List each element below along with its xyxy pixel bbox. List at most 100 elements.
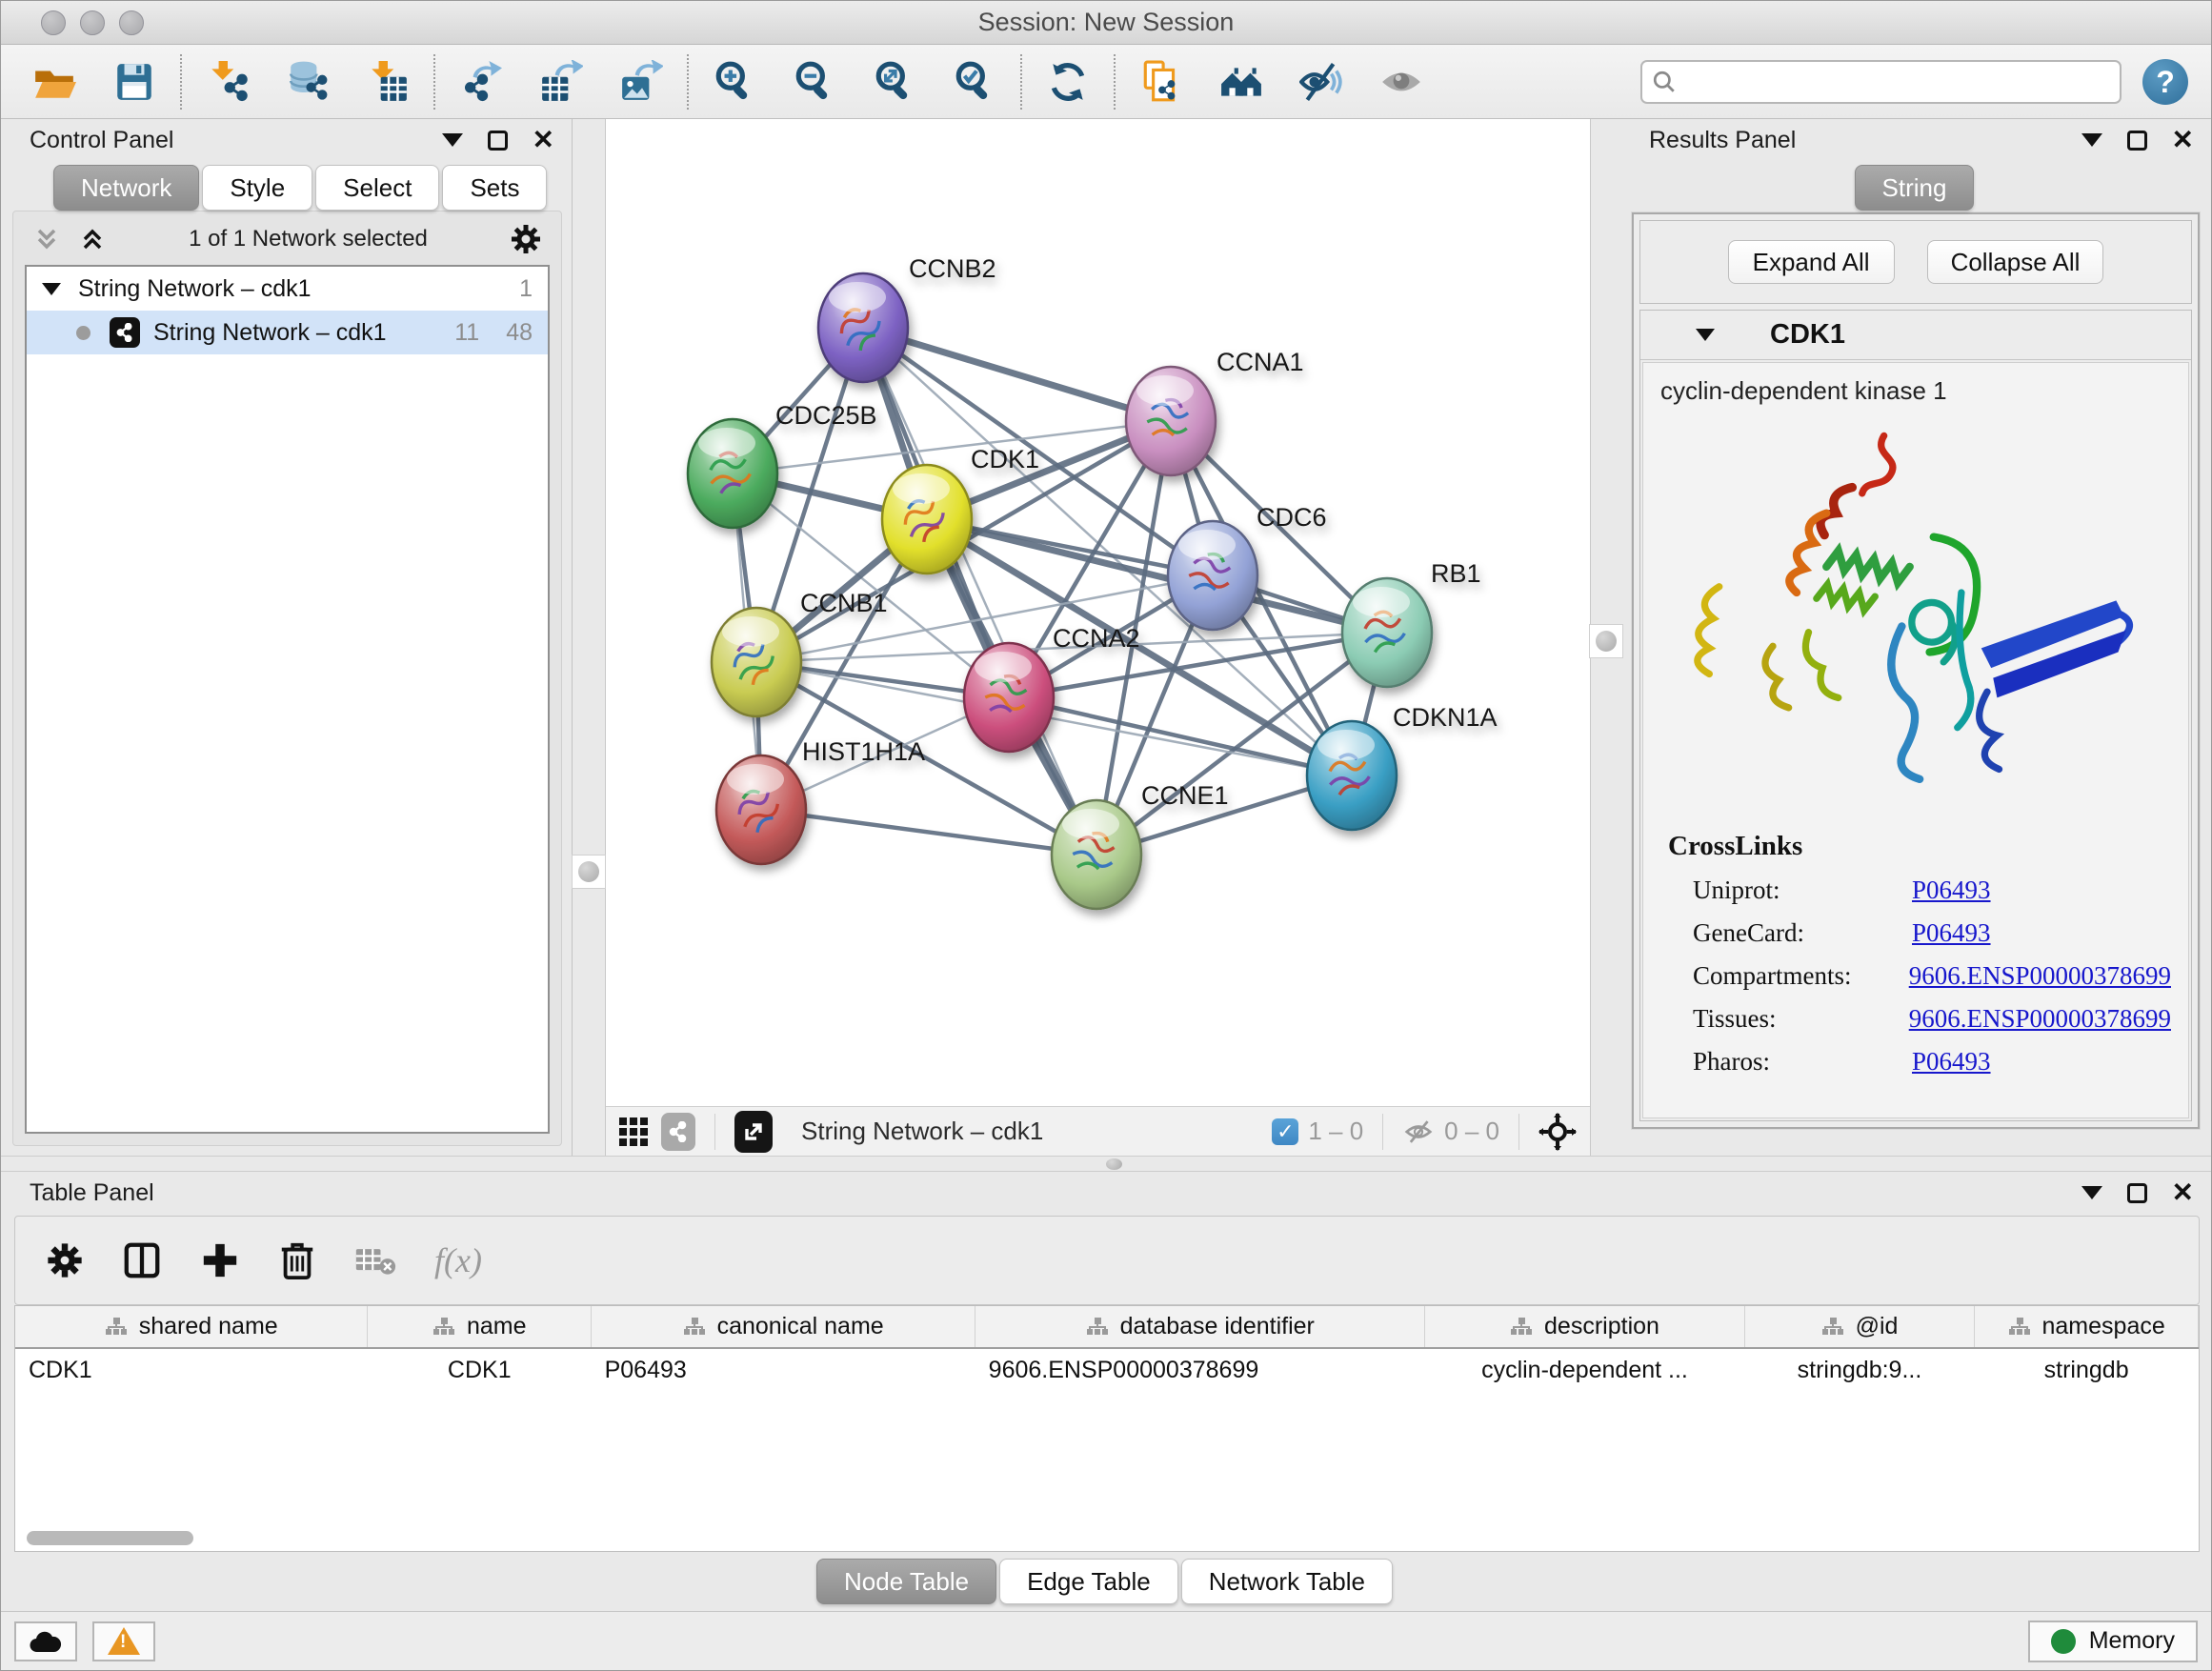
table-gear-button[interactable] bbox=[46, 1241, 84, 1279]
tab-node-table[interactable]: Node Table bbox=[816, 1559, 996, 1604]
network-node-rb1[interactable]: RB1 bbox=[1342, 559, 1481, 687]
gene-section-header[interactable]: CDK1 bbox=[1640, 311, 2191, 360]
table-cell[interactable]: cyclin-dependent ... bbox=[1425, 1348, 1744, 1392]
network-row-selected[interactable]: String Network – cdk1 11 48 bbox=[27, 311, 548, 354]
export-image-button[interactable] bbox=[614, 51, 668, 112]
crosslink-link[interactable]: 9606.ENSP00000378699 bbox=[1909, 1004, 2171, 1034]
zoom-fit-button[interactable] bbox=[868, 51, 921, 112]
right-splitter[interactable] bbox=[1590, 119, 1620, 1156]
birdseye-icon[interactable] bbox=[1538, 1113, 1577, 1151]
panel-float-button[interactable] bbox=[2127, 131, 2147, 151]
panel-float-button[interactable] bbox=[488, 131, 508, 151]
network-node-cdc25b[interactable]: CDC25B bbox=[688, 401, 877, 528]
gene-caret-icon[interactable] bbox=[1696, 329, 1715, 341]
column-header-namespace[interactable]: namespace bbox=[1975, 1306, 2199, 1348]
export-table-button[interactable] bbox=[534, 51, 588, 112]
panel-close-button[interactable]: ✕ bbox=[533, 130, 554, 151]
table-cell[interactable]: 9606.ENSP00000378699 bbox=[975, 1348, 1425, 1392]
network-canvas[interactable]: CCNB2CCNA1CDC25BCDK1CDC6RB1CCNB1CCNA2CDK… bbox=[606, 119, 1590, 1106]
zoom-selected-button[interactable] bbox=[948, 51, 1001, 112]
column-header-database-identifier[interactable]: database identifier bbox=[975, 1306, 1425, 1348]
create-column-button[interactable] bbox=[200, 1240, 240, 1280]
horizontal-splitter[interactable] bbox=[1, 1156, 2211, 1172]
import-network-database-button[interactable] bbox=[281, 51, 334, 112]
tab-edge-table[interactable]: Edge Table bbox=[999, 1559, 1178, 1604]
network-graph[interactable]: CCNB2CCNA1CDC25BCDK1CDC6RB1CCNB1CCNA2CDK… bbox=[606, 119, 1590, 1106]
gear-icon[interactable] bbox=[510, 223, 542, 255]
panel-close-button[interactable]: ✕ bbox=[2172, 1182, 2194, 1203]
network-edge[interactable] bbox=[863, 328, 1096, 855]
delete-table-button[interactable] bbox=[354, 1243, 396, 1278]
tab-network-table[interactable]: Network Table bbox=[1181, 1559, 1393, 1604]
network-edge[interactable] bbox=[761, 810, 1096, 855]
delete-column-button[interactable] bbox=[278, 1240, 316, 1280]
tab-select[interactable]: Select bbox=[315, 165, 439, 211]
collapse-all-icon[interactable] bbox=[32, 225, 61, 253]
import-table-file-button[interactable] bbox=[361, 51, 414, 112]
memory-button[interactable]: Memory bbox=[2028, 1621, 2198, 1662]
collapse-all-button[interactable]: Collapse All bbox=[1927, 240, 2104, 284]
cloud-button[interactable] bbox=[14, 1621, 77, 1661]
show-all-button[interactable] bbox=[1375, 51, 1428, 112]
search-input[interactable] bbox=[1640, 60, 2122, 104]
expand-all-button[interactable]: Expand All bbox=[1728, 240, 1895, 284]
table-cell[interactable]: stringdb bbox=[1975, 1348, 2199, 1392]
splitter-handle[interactable] bbox=[1589, 624, 1623, 658]
export-network-button[interactable] bbox=[454, 51, 508, 112]
table-cell[interactable]: stringdb:9... bbox=[1744, 1348, 1975, 1392]
help-button[interactable]: ? bbox=[2142, 59, 2188, 105]
selected-checkbox-icon[interactable]: ✓ bbox=[1272, 1118, 1298, 1145]
grid-view-icon[interactable] bbox=[619, 1117, 648, 1146]
crosslink-link[interactable]: P06493 bbox=[1912, 1047, 1991, 1077]
table-row[interactable]: CDK1CDK1P064939606.ENSP00000378699cyclin… bbox=[15, 1348, 2199, 1392]
open-session-button[interactable] bbox=[28, 51, 81, 112]
refresh-layout-button[interactable] bbox=[1041, 51, 1095, 112]
table-cell[interactable]: CDK1 bbox=[15, 1348, 368, 1392]
column-header-canonical-name[interactable]: canonical name bbox=[592, 1306, 975, 1348]
table-cell[interactable]: CDK1 bbox=[368, 1348, 592, 1392]
horizontal-scrollbar[interactable] bbox=[27, 1531, 193, 1545]
column-header-@id[interactable]: @id bbox=[1744, 1306, 1975, 1348]
crosslink-link[interactable]: P06493 bbox=[1912, 876, 1991, 905]
detach-view-button[interactable] bbox=[734, 1111, 773, 1153]
collection-caret-icon[interactable] bbox=[42, 283, 61, 295]
hide-selected-button[interactable] bbox=[1295, 51, 1348, 112]
network-view-share-icon[interactable] bbox=[661, 1113, 695, 1151]
splitter-handle[interactable] bbox=[1106, 1158, 1122, 1170]
panel-menu-caret-icon[interactable] bbox=[442, 133, 463, 147]
warnings-button[interactable] bbox=[92, 1621, 155, 1661]
network-edge[interactable] bbox=[863, 328, 1171, 421]
left-splitter[interactable] bbox=[573, 119, 606, 1156]
network-node-ccne1[interactable]: CCNE1 bbox=[1052, 781, 1229, 909]
network-node-cdkn1a[interactable]: CDKN1A bbox=[1307, 703, 1498, 830]
panel-close-button[interactable]: ✕ bbox=[2172, 130, 2194, 151]
function-builder-button[interactable]: f(x) bbox=[434, 1240, 482, 1280]
column-header-shared-name[interactable]: shared name bbox=[15, 1306, 368, 1348]
tab-style[interactable]: Style bbox=[202, 165, 312, 211]
first-neighbors-button[interactable] bbox=[1215, 51, 1268, 112]
tab-string[interactable]: String bbox=[1855, 165, 1975, 211]
import-network-file-button[interactable] bbox=[201, 51, 254, 112]
panel-menu-caret-icon[interactable] bbox=[2081, 133, 2102, 147]
network-edge[interactable] bbox=[1009, 697, 1352, 775]
expand-all-icon[interactable] bbox=[78, 225, 107, 253]
crosslink-link[interactable]: P06493 bbox=[1912, 918, 1991, 948]
zoom-out-button[interactable] bbox=[788, 51, 841, 112]
network-collection-row[interactable]: String Network – cdk1 1 bbox=[27, 267, 548, 311]
panel-menu-caret-icon[interactable] bbox=[2081, 1186, 2102, 1199]
save-session-button[interactable] bbox=[108, 51, 161, 112]
zoom-in-button[interactable] bbox=[708, 51, 761, 112]
tab-sets[interactable]: Sets bbox=[442, 165, 547, 211]
column-header-description[interactable]: description bbox=[1425, 1306, 1744, 1348]
show-column-button[interactable] bbox=[122, 1240, 162, 1280]
network-node-ccnb1[interactable]: CCNB1 bbox=[712, 589, 888, 716]
new-network-from-selection-button[interactable] bbox=[1135, 51, 1188, 112]
splitter-handle[interactable] bbox=[572, 855, 606, 889]
table-cell[interactable]: P06493 bbox=[592, 1348, 975, 1392]
network-node-ccna1[interactable]: CCNA1 bbox=[1126, 348, 1304, 475]
network-node-hist1h1a[interactable]: HIST1H1A bbox=[716, 737, 925, 864]
crosslink-link[interactable]: 9606.ENSP00000378699 bbox=[1909, 961, 2171, 991]
tab-network[interactable]: Network bbox=[53, 165, 199, 211]
column-header-name[interactable]: name bbox=[368, 1306, 592, 1348]
panel-float-button[interactable] bbox=[2127, 1183, 2147, 1203]
